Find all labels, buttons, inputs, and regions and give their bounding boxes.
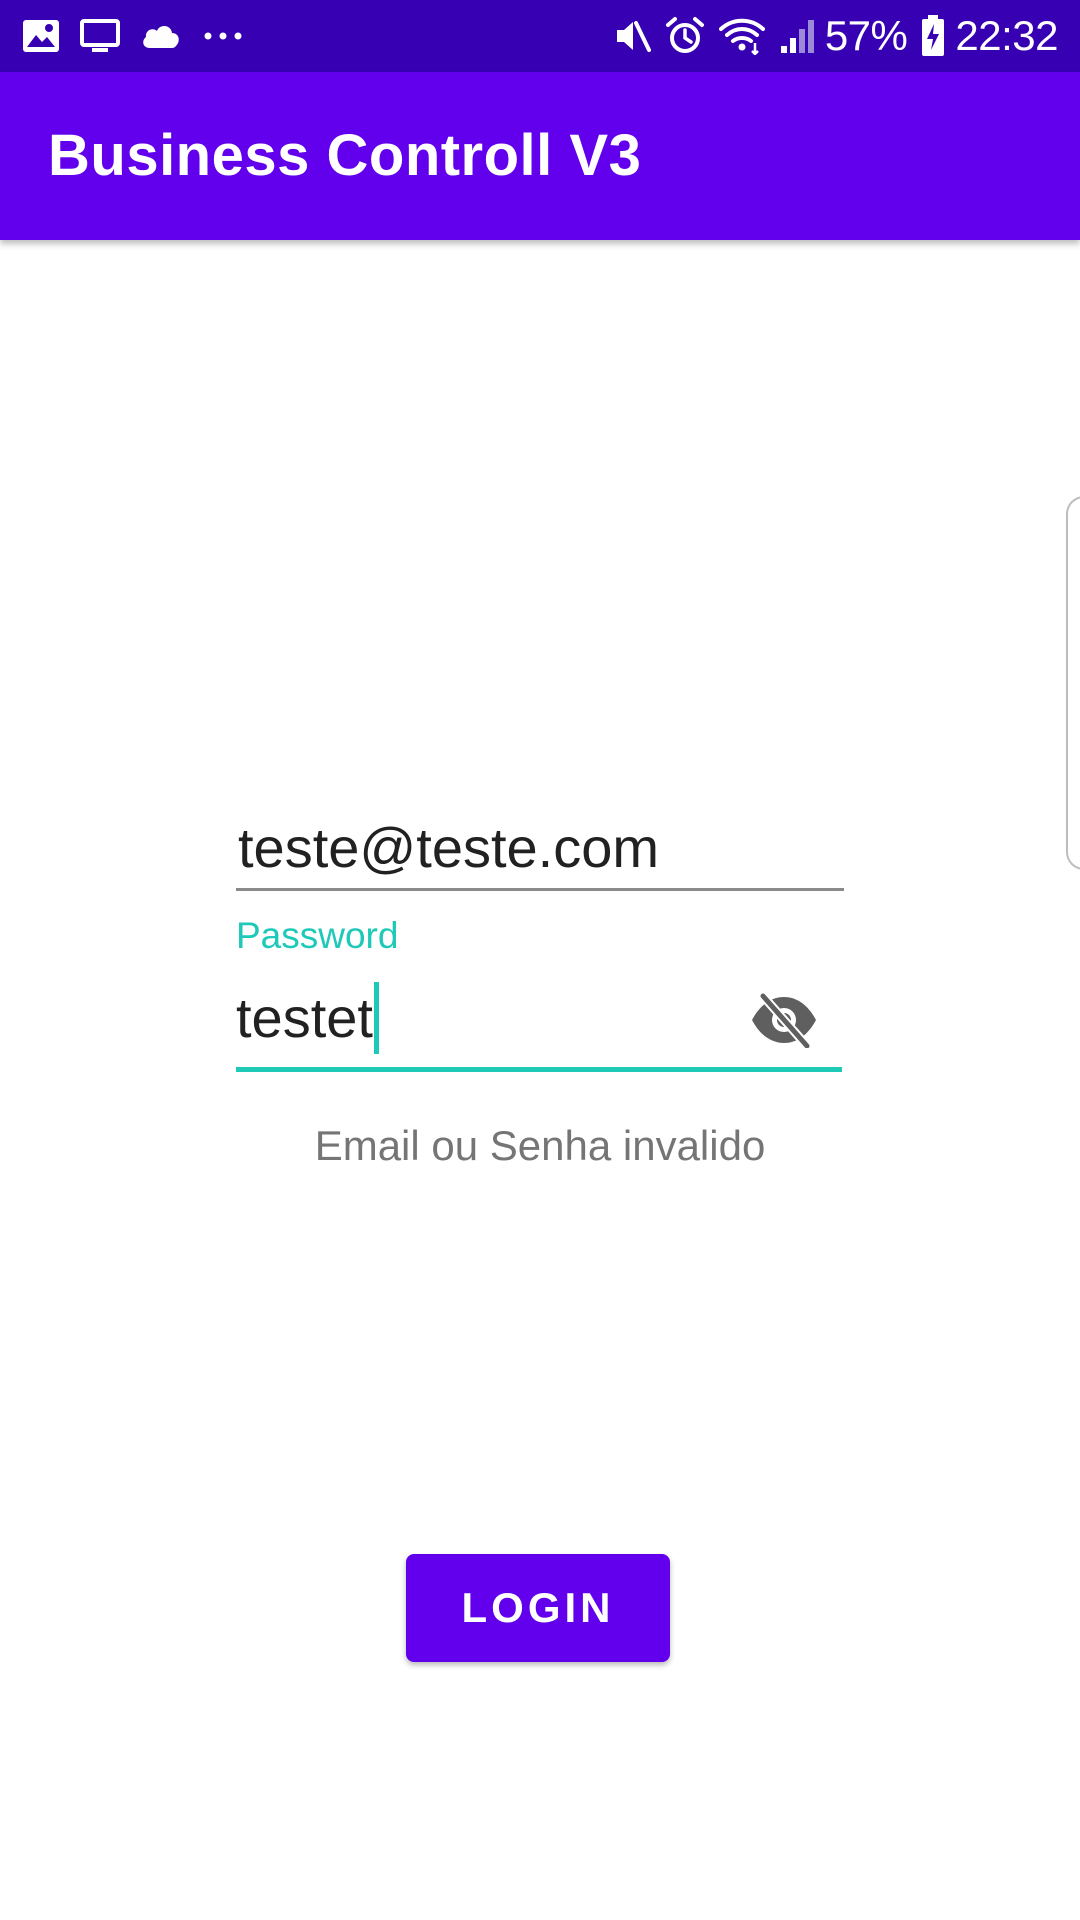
login-button[interactable]: LOGIN (406, 1554, 670, 1662)
status-bar: 57% 22:32 (0, 0, 1080, 72)
password-label: Password (236, 915, 399, 956)
email-underline (236, 888, 844, 891)
clock: 22:32 (955, 12, 1058, 59)
password-field[interactable]: testet (236, 972, 842, 1072)
wifi-icon (718, 17, 765, 55)
battery-charging-icon (921, 15, 945, 57)
login-screen: 57% 22:32 Business Controll V3 teste@tes… (0, 0, 1080, 1920)
login-button-label: LOGIN (461, 1584, 615, 1631)
cast-screen-icon (80, 19, 120, 53)
more-dots-icon (202, 31, 246, 41)
password-underline (236, 1067, 842, 1072)
alarm-icon (665, 16, 705, 56)
edge-panel-handle[interactable] (1066, 496, 1080, 870)
visibility-off-icon[interactable] (748, 984, 820, 1056)
text-cursor (373, 982, 379, 1054)
mute-icon (613, 17, 651, 55)
gallery-icon (22, 19, 60, 53)
battery-percent: 57% (824, 12, 908, 59)
email-field[interactable]: teste@teste.com (236, 805, 844, 891)
password-input-value: testet (236, 986, 373, 1049)
email-input-value: teste@teste.com (238, 816, 660, 879)
status-bar-system: 57% 22:32 (599, 0, 1058, 72)
app-title: Business Controll V3 (48, 123, 642, 188)
signal-icon (779, 18, 815, 54)
login-error-message: Email ou Senha invalido (314, 1122, 766, 1169)
cloud-icon (140, 22, 182, 50)
app-bar: Business Controll V3 (0, 72, 1080, 240)
status-bar-notifications (22, 0, 266, 72)
